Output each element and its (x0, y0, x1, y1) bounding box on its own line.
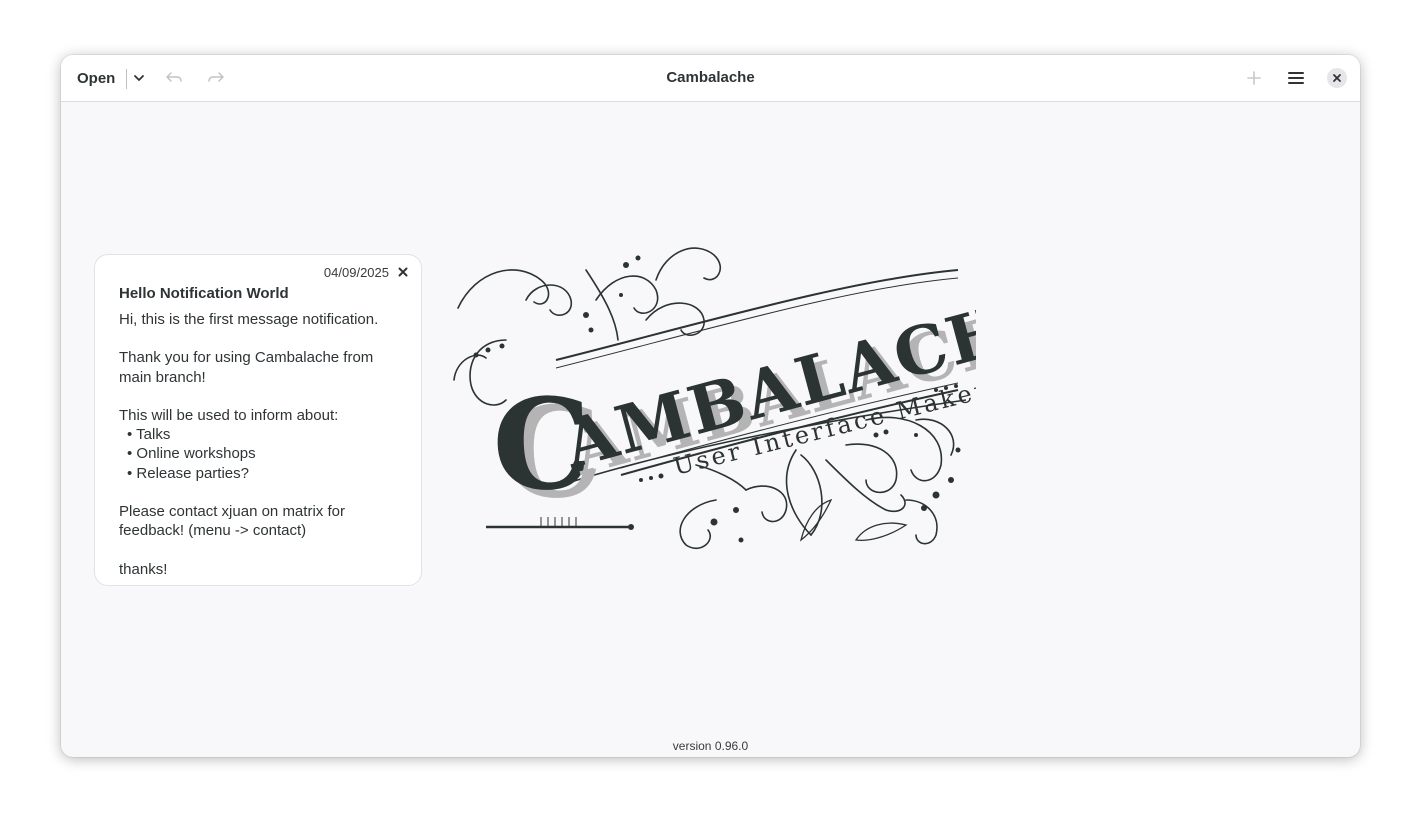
close-icon (398, 267, 408, 277)
plus-icon (1247, 71, 1261, 85)
notification-title: Hello Notification World (119, 285, 289, 302)
window-title: Cambalache (666, 69, 755, 86)
notification-body: Hi, this is the first message notificati… (119, 310, 409, 579)
app-window: Open Cambalache 04/09/2025 Hello Notific… (61, 55, 1360, 757)
hamburger-menu-icon (1288, 72, 1304, 84)
notification-line: thanks! (119, 560, 168, 578)
main-menu-button[interactable] (1285, 67, 1307, 89)
close-icon (1333, 74, 1341, 82)
notification-date: 04/09/2025 (323, 265, 389, 280)
chevron-down-icon (134, 75, 144, 81)
notification-line: Please contact xjuan on matrix for feedb… (119, 502, 345, 540)
close-window-button[interactable] (1327, 68, 1347, 88)
notification-line: Thank you for using Cambalache from main… (119, 349, 374, 386)
header-bar: Open Cambalache (61, 55, 1360, 102)
notification-bullet: • Talks (127, 426, 171, 444)
notification-close-button[interactable] (395, 264, 411, 280)
undo-icon (166, 72, 182, 82)
notification-line: This will be used to inform about: (119, 406, 339, 424)
cambalache-logo: C C AMBALACHE AMBALACHE User Interface M… (453, 247, 976, 550)
notification-line: Hi, this is the first message notificati… (119, 311, 379, 328)
add-button[interactable] (1243, 67, 1265, 89)
redo-icon (208, 72, 224, 82)
open-button[interactable]: Open (71, 66, 121, 90)
redo-button[interactable] (205, 67, 227, 89)
notification-bullet: • Release parties? (127, 464, 249, 482)
notification-card: 04/09/2025 Hello Notification World Hi, … (94, 254, 422, 586)
notification-bullet: • Online workshops (127, 445, 256, 463)
open-menu-button[interactable] (129, 67, 149, 89)
version-label: version 0.96.0 (672, 739, 749, 753)
undo-button[interactable] (163, 67, 185, 89)
open-button-divider (126, 69, 127, 89)
